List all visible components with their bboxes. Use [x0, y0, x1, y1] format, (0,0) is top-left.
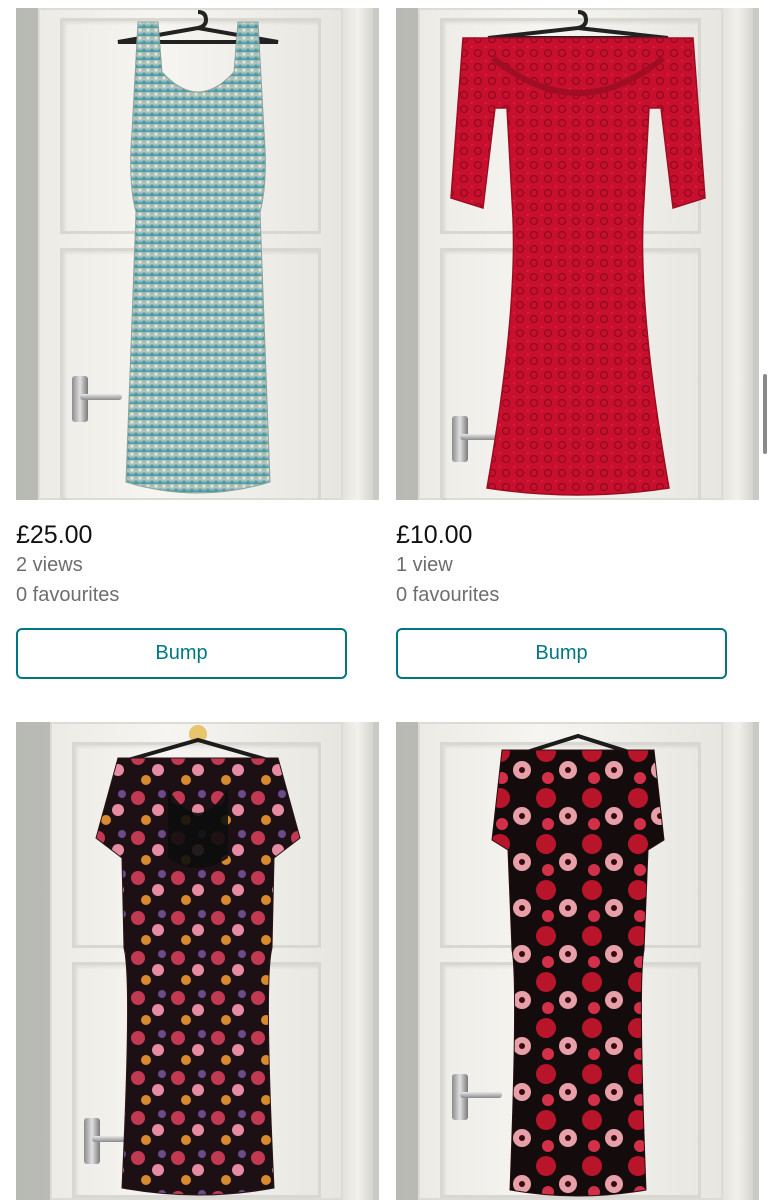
scrollbar[interactable] — [763, 374, 767, 454]
bump-button[interactable]: Bump — [396, 628, 727, 679]
listing-card[interactable] — [396, 722, 759, 1200]
listing-card[interactable]: £25.00 2 views 0 favourites Bump — [16, 8, 379, 679]
listing-favourites: 0 favourites — [16, 584, 120, 606]
listing-photo[interactable] — [16, 8, 379, 500]
listing-photo[interactable] — [16, 722, 379, 1200]
listing-photo[interactable] — [396, 8, 759, 500]
listing-photo[interactable] — [396, 722, 759, 1200]
listings-grid: £25.00 2 views 0 favourites Bump £10.00 … — [0, 0, 775, 1200]
listing-card[interactable]: £10.00 1 view 0 favourites Bump — [396, 8, 759, 679]
listing-price: £25.00 — [16, 521, 93, 549]
listing-card[interactable] — [16, 722, 379, 1200]
bump-button[interactable]: Bump — [16, 628, 347, 679]
listing-price: £10.00 — [396, 521, 473, 549]
listing-favourites: 0 favourites — [396, 584, 500, 606]
listing-views: 2 views — [16, 554, 83, 576]
listing-views: 1 view — [396, 554, 453, 576]
